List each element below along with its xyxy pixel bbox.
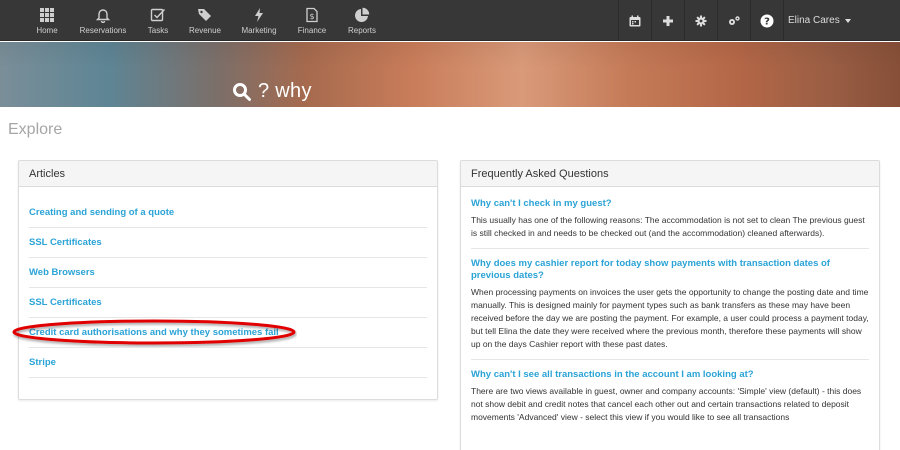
- faq-question[interactable]: Why can't I see all transactions in the …: [471, 369, 869, 381]
- gear-icon: [695, 15, 707, 26]
- nav-finance[interactable]: $ Finance: [297, 0, 327, 41]
- search-hero-banner: ? why: [0, 42, 900, 107]
- dollar-file-icon: $: [306, 7, 318, 22]
- plus-icon: [663, 15, 673, 26]
- calendar-button[interactable]: [619, 0, 651, 41]
- faq-entry: Why does my cashier report for today sho…: [471, 258, 869, 360]
- article-link[interactable]: Credit card authorisations and why they …: [29, 318, 427, 348]
- calendar-icon: [629, 15, 641, 26]
- nav-tasks[interactable]: Tasks: [144, 0, 172, 41]
- nav-reservations[interactable]: Reservations: [78, 0, 128, 41]
- nav-label: Reservations: [79, 25, 127, 35]
- tag-icon: [198, 8, 211, 21]
- user-menu[interactable]: Elina Cares: [788, 0, 851, 41]
- nav-label: Home: [36, 25, 58, 35]
- grid-icon: [40, 7, 54, 22]
- faq-panel: Frequently Asked Questions Why can't I c…: [460, 160, 880, 450]
- faq-question[interactable]: Why does my cashier report for today sho…: [471, 258, 869, 282]
- help-button[interactable]: ?: [751, 0, 783, 41]
- faq-entry: Why can't I see all transactions in the …: [471, 369, 869, 432]
- nav-home[interactable]: Home: [32, 0, 62, 41]
- settings-button[interactable]: [685, 0, 717, 41]
- search-query-display: ? why: [232, 80, 312, 103]
- faq-answer: This usually has one of the following re…: [471, 215, 865, 238]
- help-icon: ?: [760, 14, 774, 27]
- article-link[interactable]: Creating and sending of a quote: [29, 198, 427, 228]
- pie-chart-icon: [355, 7, 370, 22]
- svg-text:?: ?: [764, 16, 770, 27]
- nav-label: Revenue: [188, 25, 222, 35]
- checkbox-icon: [150, 8, 166, 21]
- user-name: Elina Cares: [788, 15, 840, 26]
- caret-down-icon: [844, 18, 851, 23]
- articles-list: Creating and sending of a quote SSL Cert…: [29, 198, 427, 378]
- nav-reports[interactable]: Reports: [346, 0, 378, 41]
- search-query-text: ? why: [258, 80, 312, 102]
- article-link[interactable]: Web Browsers: [29, 258, 427, 288]
- top-navbar: Home Reservations Tasks Revenue Marketin…: [0, 0, 900, 41]
- article-link[interactable]: SSL Certificates: [29, 228, 427, 258]
- svg-text:$: $: [309, 12, 314, 21]
- faq-panel-title: Frequently Asked Questions: [461, 161, 879, 187]
- nav-label: Reports: [347, 25, 376, 35]
- page-title: Explore: [8, 121, 63, 138]
- nav-label: Tasks: [147, 25, 169, 35]
- lightning-icon: [255, 7, 263, 22]
- search-icon: [233, 82, 251, 101]
- faq-list: Why can't I check in my guest? This usua…: [471, 198, 869, 441]
- faq-entry: Why can't I check in my guest? This usua…: [471, 198, 869, 249]
- article-link[interactable]: Stripe: [29, 348, 427, 378]
- faq-answer: There are two views available in guest, …: [471, 386, 862, 422]
- faq-question[interactable]: Why can't I check in my guest?: [471, 198, 869, 210]
- nav-marketing[interactable]: Marketing: [240, 0, 278, 41]
- admin-settings-button[interactable]: [718, 0, 750, 41]
- articles-panel: Articles Creating and sending of a quote…: [18, 160, 438, 400]
- nav-revenue[interactable]: Revenue: [188, 0, 222, 41]
- cogs-icon: [729, 15, 740, 25]
- nav-label: Marketing: [241, 25, 277, 35]
- article-link[interactable]: SSL Certificates: [29, 288, 427, 318]
- nav-divider: [783, 0, 784, 41]
- nav-label: Finance: [297, 25, 327, 35]
- add-button[interactable]: [652, 0, 684, 41]
- faq-answer: When processing payments on invoices the…: [471, 287, 869, 349]
- bell-icon: [95, 8, 111, 23]
- articles-panel-title: Articles: [19, 161, 437, 187]
